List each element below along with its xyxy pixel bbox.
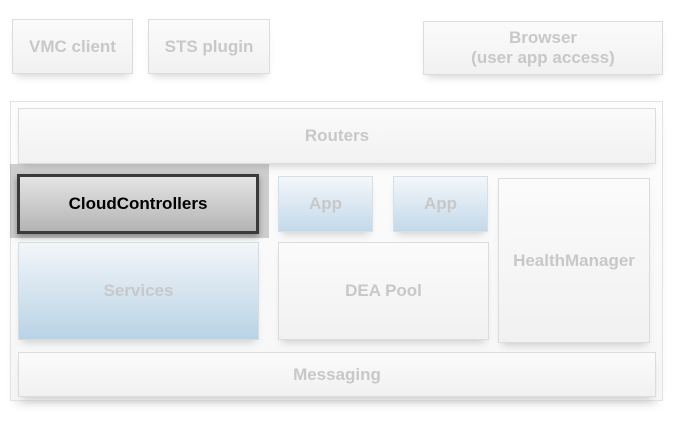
messaging-label: Messaging: [293, 364, 381, 384]
dea-pool-label: DEA Pool: [345, 281, 422, 300]
app-label-1: App: [308, 194, 343, 213]
messaging-box[interactable]: Messaging: [18, 352, 656, 397]
cloud-controllers-label: CloudControllers: [68, 194, 208, 213]
dea-pool-box[interactable]: DEA Pool: [278, 242, 489, 340]
cloud-controllers-box[interactable]: CloudControllers: [17, 174, 259, 234]
services-box[interactable]: Services: [18, 242, 259, 340]
vmc-client-label: VMC client: [29, 36, 116, 56]
routers-label: Routers: [304, 126, 370, 145]
browser-label: Browser: [508, 28, 578, 47]
routers-box[interactable]: Routers: [18, 108, 656, 164]
health-manager-label: HealthManager: [513, 250, 635, 270]
vmc-client-box[interactable]: VMC client: [12, 19, 133, 74]
app-box-2[interactable]: App: [393, 176, 488, 232]
browser-box[interactable]: Browser (user app access): [423, 21, 663, 75]
browser-sublabel: (user app access): [471, 48, 615, 67]
app-label-2: App: [423, 194, 458, 213]
services-label: Services: [103, 281, 174, 300]
sts-plugin-box[interactable]: STS plugin: [148, 19, 270, 74]
health-manager-box[interactable]: HealthManager: [498, 178, 650, 343]
app-box-1[interactable]: App: [278, 176, 373, 232]
sts-plugin-label: STS plugin: [164, 36, 254, 56]
